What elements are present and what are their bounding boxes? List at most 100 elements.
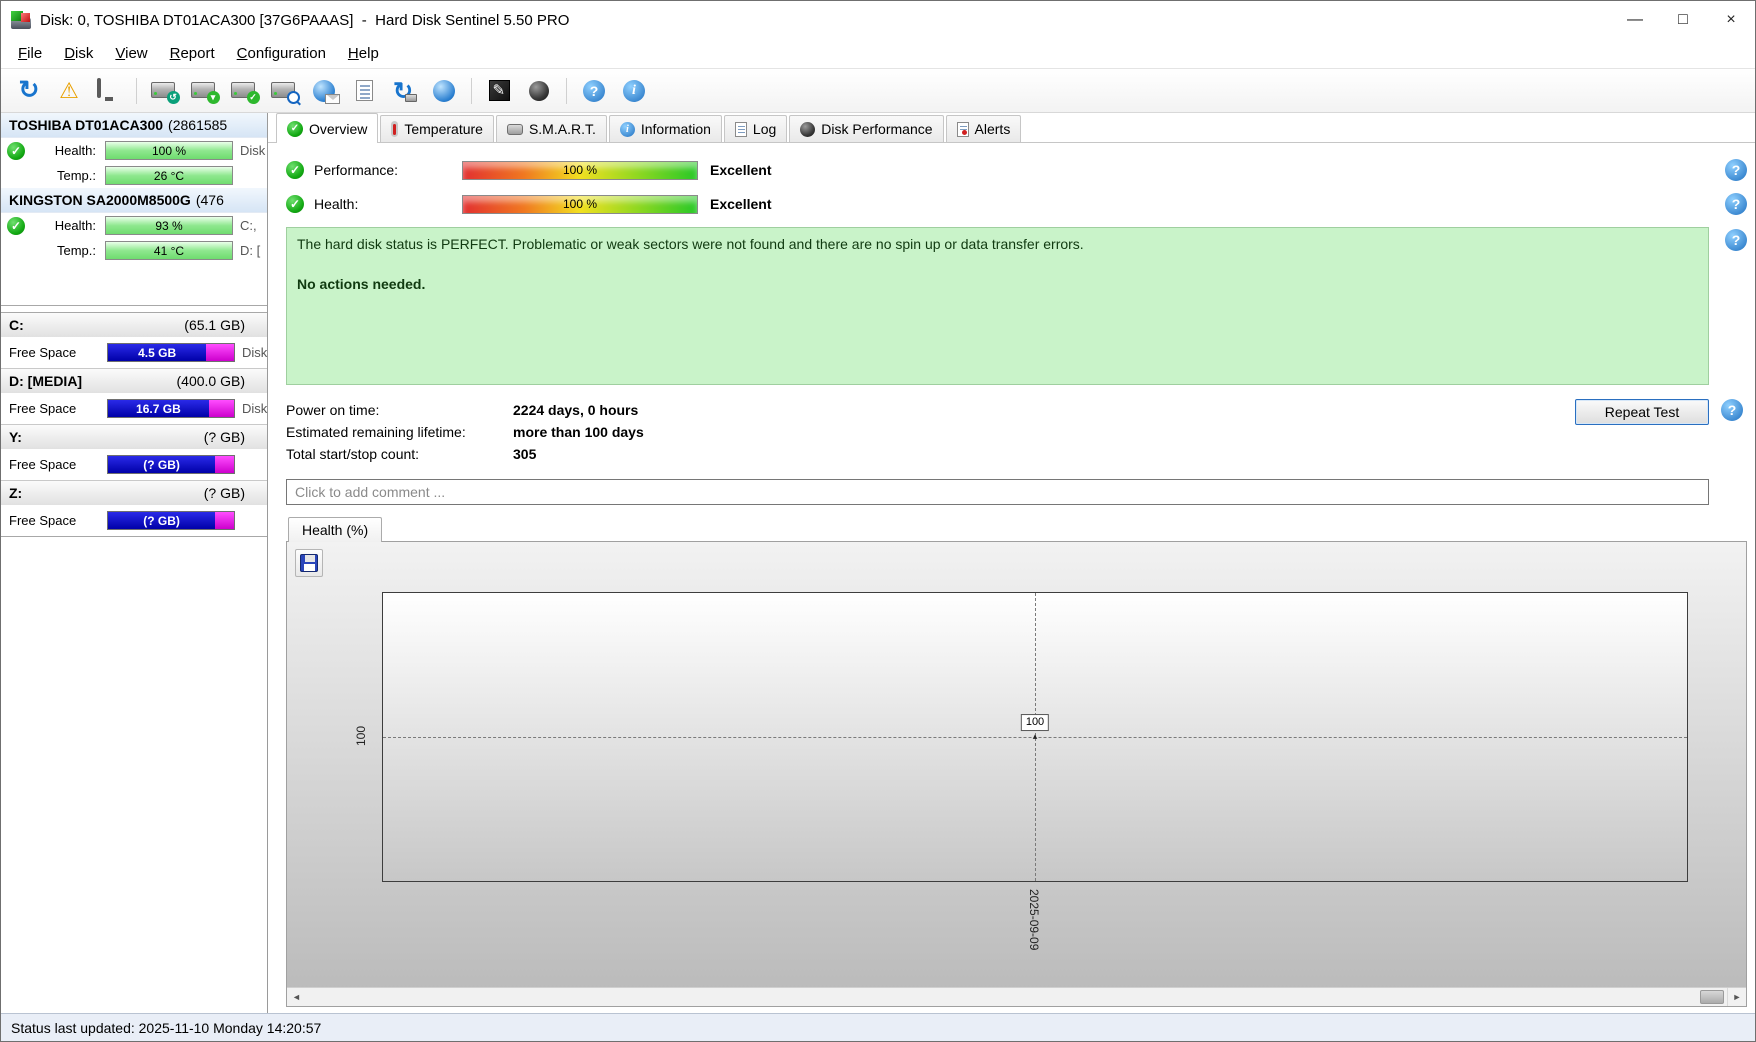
disk-search-button[interactable] [266, 74, 302, 108]
help-button[interactable] [576, 74, 612, 108]
performance-gauge: 100 % [462, 160, 698, 180]
free-space-bar: (? GB) [107, 455, 235, 474]
status-ok-icon [286, 161, 304, 179]
send-report-email-button[interactable] [306, 74, 342, 108]
information-button[interactable] [616, 74, 652, 108]
performance-label: Performance: [314, 162, 399, 178]
scroll-right-button[interactable] [1727, 988, 1746, 1006]
comment-input[interactable] [286, 479, 1709, 505]
scroll-left-button[interactable] [287, 988, 306, 1006]
free-space-row: Free Space (? GB) [1, 505, 267, 536]
network-disk-button[interactable] [426, 74, 462, 108]
status-message-box: The hard disk status is PERFECT. Problem… [286, 227, 1709, 385]
toolbar-separator [136, 77, 137, 104]
partition-entry-z[interactable]: Z: (? GB) Free Space (? GB) [1, 480, 267, 536]
help-icon[interactable] [1725, 193, 1747, 215]
minimize-button[interactable]: — [1611, 1, 1659, 39]
content-area: Overview Temperature S.M.A.R.T. Informat… [268, 113, 1755, 1013]
disk-performance-button[interactable] [521, 74, 557, 108]
menubar: File Disk View Report Configuration Help [1, 39, 1755, 69]
menu-help[interactable]: Help [337, 41, 390, 66]
disk-name: TOSHIBA DT01ACA300 [9, 117, 164, 133]
x-axis-tick-wrap: 2025-09-09 [1027, 889, 1041, 953]
partition-entry-c[interactable]: C: (65.1 GB) Free Space 4.5 GB Disk [1, 313, 267, 368]
stat-power-on-time: Power on time: 2224 days, 0 hours [286, 399, 1575, 421]
check-circle-icon [287, 120, 303, 137]
health-rating: Excellent [710, 196, 772, 212]
partition-header: D: [MEDIA] (400.0 GB) [1, 368, 267, 393]
tab-label: Temperature [404, 121, 483, 137]
desktop-monitor-button[interactable] [91, 74, 127, 108]
tab-disk-performance[interactable]: Disk Performance [789, 115, 944, 142]
health-label: Health: [54, 218, 96, 233]
status-ok-icon [286, 195, 304, 213]
chart-tabbar: Health (%) [286, 517, 1747, 542]
window-title: Disk: 0, TOSHIBA DT01ACA300 [37G6PAAAS] … [40, 11, 570, 29]
chart-section: Health (%) 100 100 [286, 517, 1747, 1007]
partition-extra-text: Disk [242, 345, 268, 360]
temp-label: Temp.: [56, 243, 96, 258]
tab-label: Log [752, 121, 777, 137]
menu-report[interactable]: Report [159, 41, 226, 66]
stats-section: Power on time: 2224 days, 0 hours Estima… [286, 399, 1747, 465]
disk-header: TOSHIBA DT01ACA300 (2861585 [1, 113, 267, 138]
help-icon[interactable] [1725, 159, 1747, 181]
partition-header: Y: (? GB) [1, 424, 267, 449]
disk-sphere-icon [529, 80, 549, 101]
view-report-button[interactable] [346, 74, 382, 108]
menu-file[interactable]: File [7, 41, 53, 66]
app-window: Disk: 0, TOSHIBA DT01ACA300 [37G6PAAAS] … [0, 0, 1756, 1042]
save-chart-button[interactable] [295, 549, 323, 577]
partition-entry-d[interactable]: D: [MEDIA] (400.0 GB) Free Space 16.7 GB… [1, 368, 267, 424]
disk-extra-text: Disk [240, 143, 266, 158]
disk-entry-toshiba[interactable]: TOSHIBA DT01ACA300 (2861585 Health: 100 … [1, 113, 267, 188]
tab-alerts[interactable]: Alerts [945, 115, 1022, 142]
chart-body: 100 100 2025-09-09 [287, 542, 1746, 987]
stat-value: 2224 days, 0 hours [513, 402, 639, 418]
health-label: Health: [54, 143, 96, 158]
disk-health-row: Health: 93 % C:, [1, 213, 267, 238]
sync-disks-button[interactable] [386, 74, 422, 108]
main-area: TOSHIBA DT01ACA300 (2861585 Health: 100 … [1, 113, 1755, 1013]
disk-test-button[interactable] [186, 74, 222, 108]
x-axis-tick: 2025-09-09 [1027, 889, 1041, 951]
surface-test-button[interactable] [481, 74, 517, 108]
chart-tab-health[interactable]: Health (%) [288, 517, 383, 542]
toolbar-separator [566, 77, 567, 104]
tab-smart[interactable]: S.M.A.R.T. [495, 115, 607, 142]
free-space-row: Free Space (? GB) [1, 449, 267, 480]
temp-bar: 26 °C [105, 166, 233, 185]
help-icon [583, 79, 605, 102]
menu-disk[interactable]: Disk [53, 41, 104, 66]
scrollbar-track[interactable] [306, 988, 1727, 1006]
chart-horizontal-scrollbar[interactable] [287, 987, 1746, 1006]
tab-temperature[interactable]: Temperature [380, 115, 494, 142]
tab-overview[interactable]: Overview [276, 113, 379, 143]
dark-sphere-icon [800, 121, 816, 137]
menu-configuration[interactable]: Configuration [226, 41, 337, 66]
health-ok-icon [7, 216, 25, 235]
disk-entry-kingston[interactable]: KINGSTON SA2000M8500G (476 Health: 93 % … [1, 188, 267, 263]
partition-name: D: [MEDIA] [9, 373, 83, 389]
tab-label: Information [640, 121, 711, 137]
refresh-button[interactable] [11, 74, 47, 108]
maximize-button[interactable]: □ [1659, 1, 1707, 39]
repeat-test-button[interactable]: Repeat Test [1575, 399, 1709, 425]
send-error-report-button[interactable] [51, 74, 87, 108]
status-section: The hard disk status is PERFECT. Problem… [286, 227, 1747, 385]
sidebar: TOSHIBA DT01ACA300 (2861585 Health: 100 … [1, 113, 268, 1013]
toolbar [1, 69, 1755, 113]
menu-view[interactable]: View [104, 41, 158, 66]
detect-disks-button[interactable] [146, 74, 182, 108]
help-icon[interactable] [1725, 229, 1747, 251]
tab-log[interactable]: Log [723, 115, 788, 142]
log-page-icon [734, 121, 747, 137]
help-icon[interactable] [1721, 399, 1743, 421]
scrollbar-thumb[interactable] [1700, 990, 1724, 1004]
partition-entry-y[interactable]: Y: (? GB) Free Space (? GB) [1, 424, 267, 480]
partition-size: (400.0 GB) [176, 373, 245, 389]
disk-accept-button[interactable] [226, 74, 262, 108]
close-button[interactable]: × [1707, 1, 1755, 39]
tab-information[interactable]: Information [608, 115, 722, 142]
disk-size: (2861585 [168, 117, 228, 133]
